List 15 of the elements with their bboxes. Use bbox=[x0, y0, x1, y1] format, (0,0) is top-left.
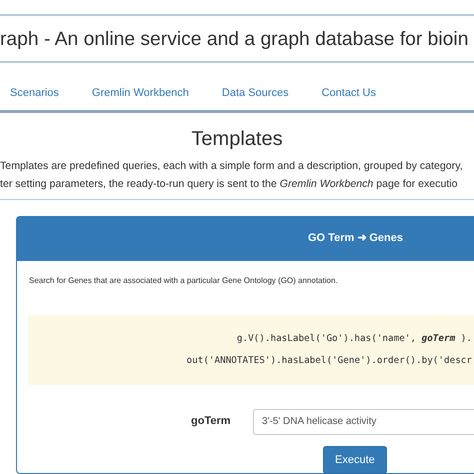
nav-link[interactable]: Contact Us bbox=[322, 85, 376, 102]
field-label: goTerm bbox=[191, 414, 232, 430]
execute-button[interactable]: Execute bbox=[323, 446, 387, 474]
code-line: g.V().hasLabel('Go').has('name', goTerm ). bbox=[236, 332, 472, 346]
card-header: GO Term ➜ Genes bbox=[17, 216, 474, 260]
code-line: out('ANNOTATES').hasLabel('Gene').order().by('descr bbox=[186, 354, 472, 368]
nav-link[interactable]: Scenarios bbox=[10, 85, 59, 102]
page-heading: Templates bbox=[190, 126, 284, 150]
nav-link[interactable]: Gremlin Workbench bbox=[92, 85, 189, 102]
nav-link[interactable]: Data Sources bbox=[222, 85, 289, 102]
intro-text: Templates are predefined queries, each with a simple form and a description, grouped by category, bbox=[0, 158, 464, 174]
site-title: raph - An online service and a graph database for bioin bbox=[0, 28, 470, 52]
template-description: Search for Genes that are associated with a particular Gene Ontology (GO) annotation. bbox=[29, 274, 339, 286]
goterm-input[interactable]: 3'-5' DNA helicase activity bbox=[253, 408, 474, 434]
intro-text: ter setting parameters, the ready-to-run query is sent to the Gremlin Workbench page for executio bbox=[0, 176, 459, 192]
